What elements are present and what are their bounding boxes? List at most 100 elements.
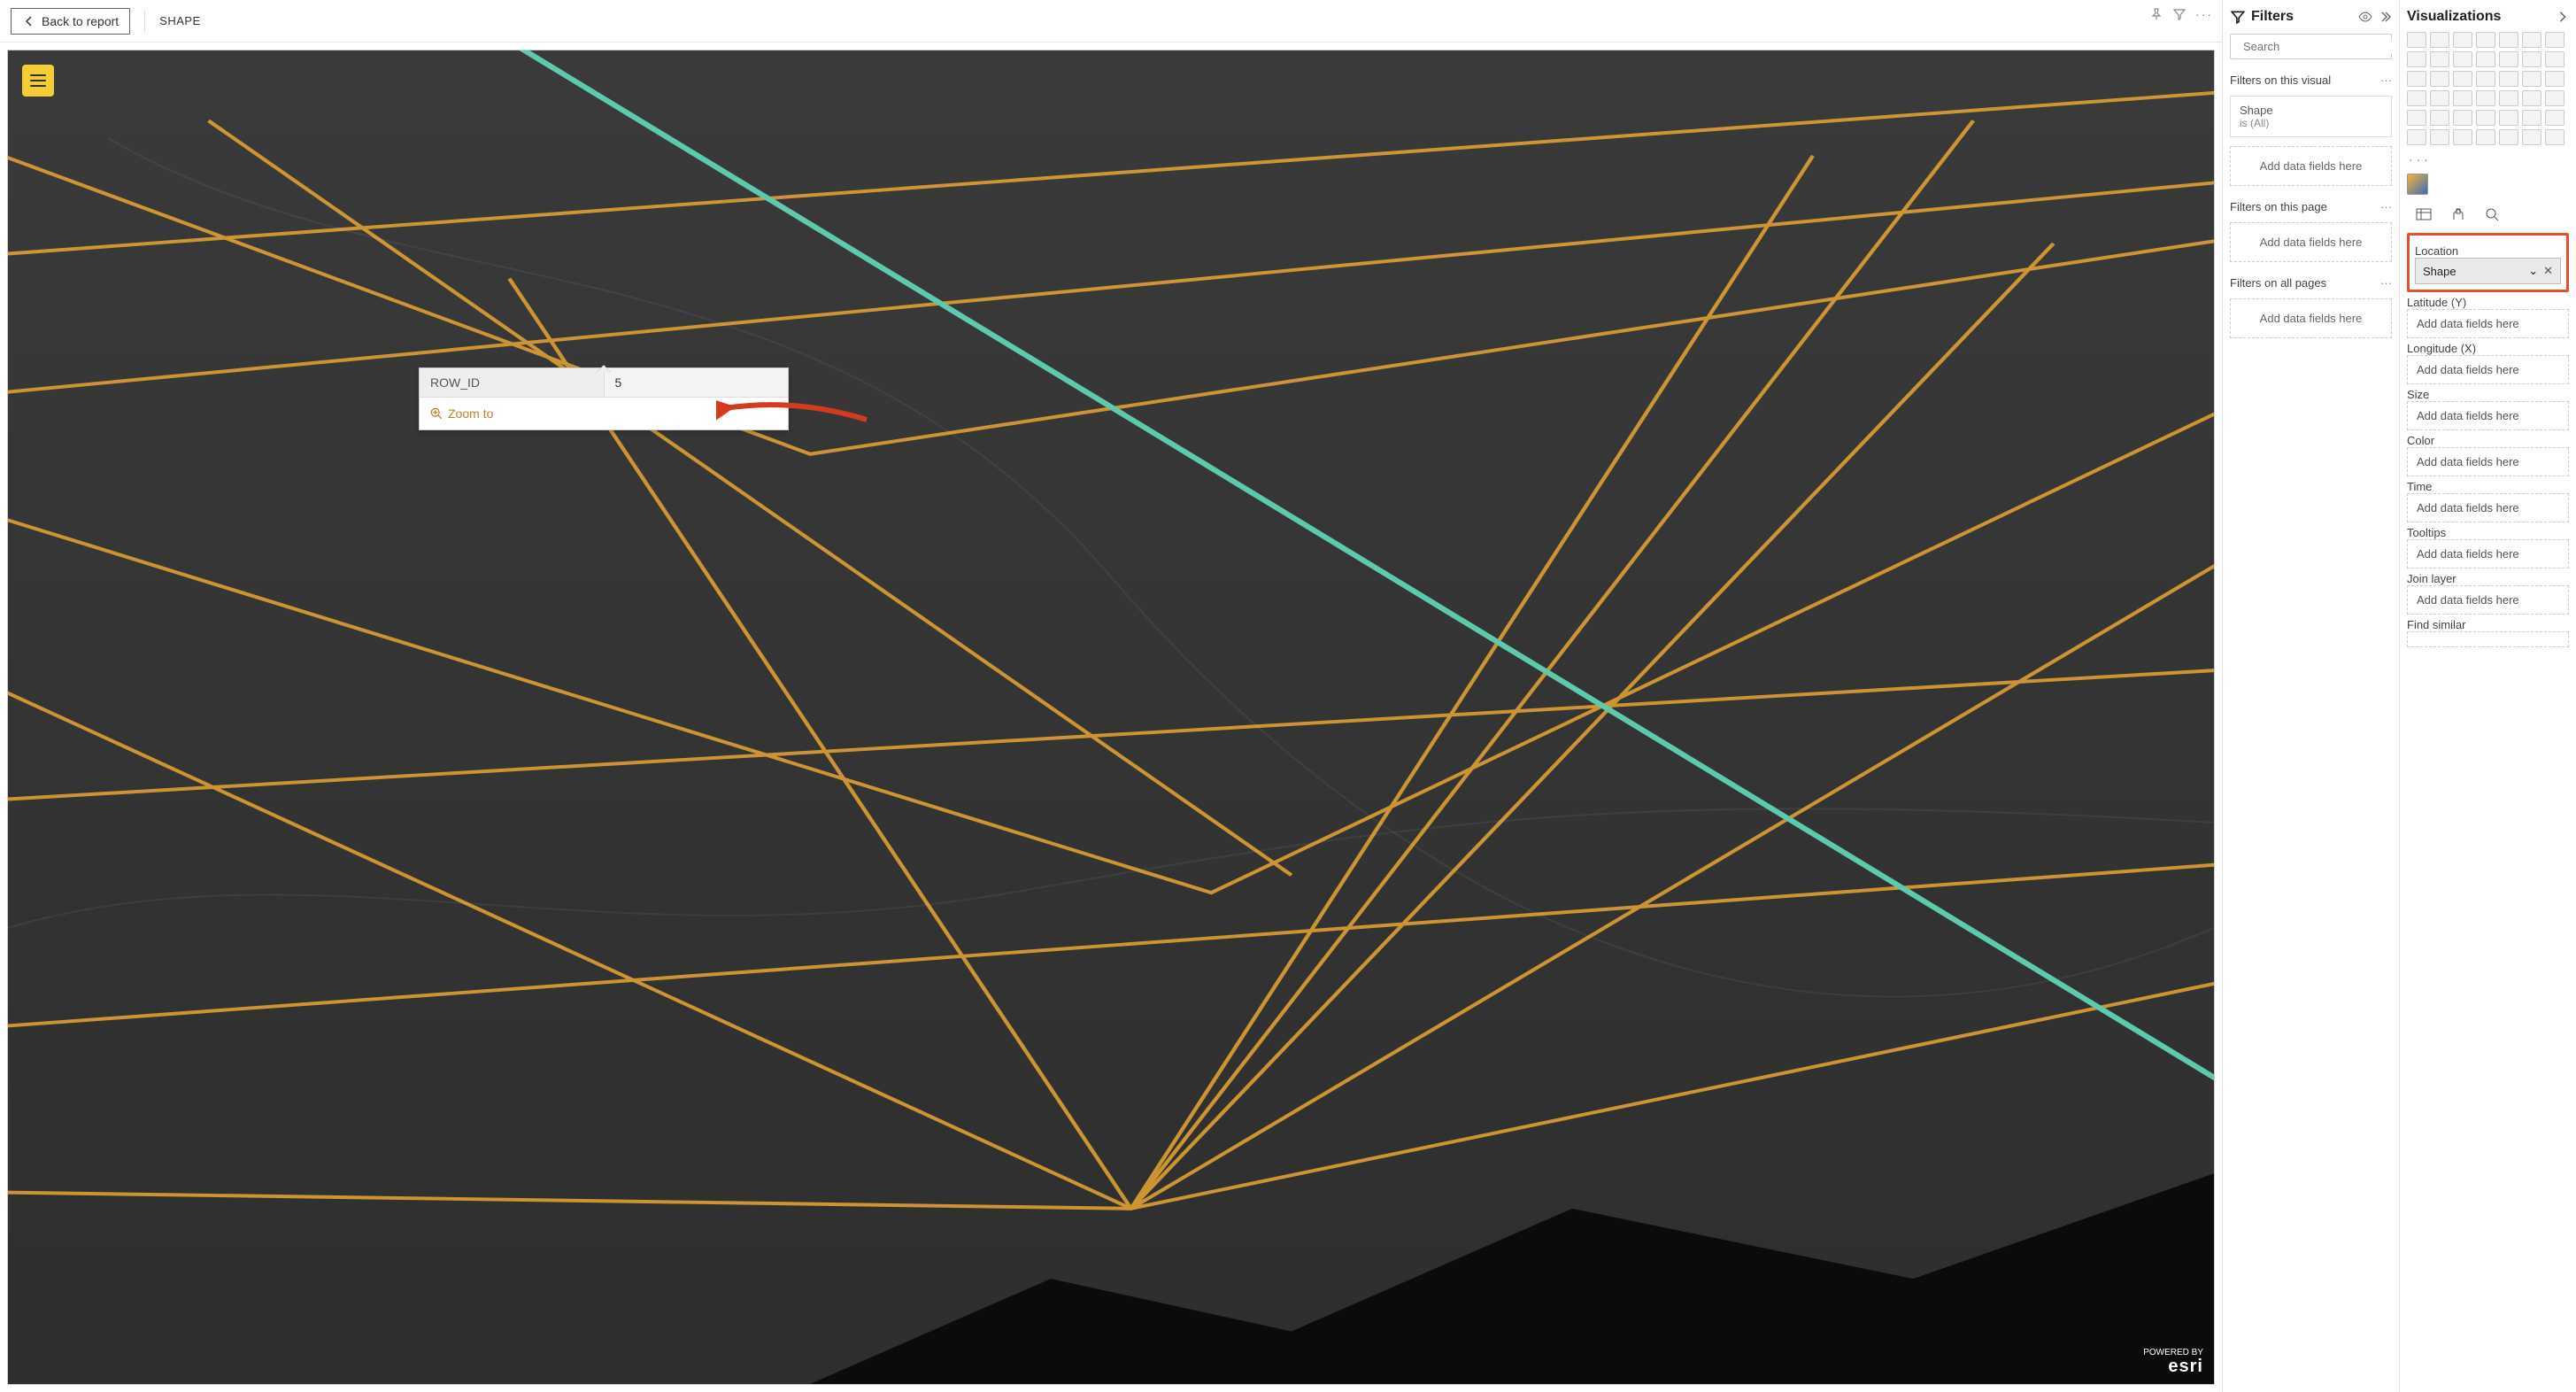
viz-type-tile[interactable] [2407, 110, 2426, 126]
viz-type-tile[interactable] [2407, 71, 2426, 87]
zoom-to-label: Zoom to [448, 406, 493, 421]
viz-type-tile[interactable] [2499, 51, 2518, 67]
zoom-in-icon [430, 407, 443, 420]
collapse-icon[interactable] [2378, 10, 2392, 24]
more-icon[interactable]: ··· [2195, 7, 2213, 21]
viz-type-tile[interactable] [2499, 90, 2518, 106]
viz-type-tile[interactable] [2453, 32, 2472, 48]
field-well-dropzone[interactable]: Add data fields here [2407, 493, 2569, 522]
pin-icon[interactable] [2149, 7, 2163, 21]
more-icon[interactable]: ··· [2380, 200, 2392, 213]
viz-type-tile[interactable] [2545, 90, 2564, 106]
field-well-dropzone[interactable]: Add data fields here [2407, 585, 2569, 615]
topbar: Back to report SHAPE ··· [0, 0, 2222, 43]
viz-type-tile[interactable] [2545, 32, 2564, 48]
back-to-report-button[interactable]: Back to report [11, 8, 130, 35]
field-well-dropzone[interactable]: Add data fields here [2407, 539, 2569, 568]
map-lines [8, 50, 2214, 1384]
map-canvas[interactable]: ROW_ID 5 Zoom to POWERED BY esri [7, 50, 2215, 1385]
eye-icon[interactable] [2358, 10, 2372, 24]
viz-type-tile[interactable] [2407, 51, 2426, 67]
field-well-dropzone[interactable]: Add data fields here [2407, 447, 2569, 476]
field-well-label: Find similar [2407, 618, 2569, 631]
viz-type-tile[interactable] [2430, 110, 2449, 126]
viz-title: Visualizations [2407, 9, 2501, 25]
more-icon[interactable]: ··· [2380, 276, 2392, 290]
viz-type-tile[interactable] [2453, 51, 2472, 67]
viz-type-tile[interactable] [2430, 129, 2449, 145]
filter-search[interactable] [2230, 34, 2392, 59]
viz-type-tile[interactable] [2522, 51, 2541, 67]
back-label: Back to report [42, 14, 119, 28]
viz-type-tile[interactable] [2453, 110, 2472, 126]
map-popup: ROW_ID 5 Zoom to [419, 367, 789, 430]
highlighted-field-well: LocationShape⌄✕ [2407, 233, 2569, 292]
visual-title: SHAPE [159, 14, 201, 27]
viz-type-tile[interactable] [2476, 110, 2495, 126]
field-well-dropzone[interactable]: Add data fields here [2407, 401, 2569, 430]
filter-card-shape[interactable]: Shape is (All) [2230, 96, 2392, 137]
viz-type-tile[interactable] [2522, 129, 2541, 145]
viz-type-tile[interactable] [2522, 90, 2541, 106]
viz-type-tile[interactable] [2430, 90, 2449, 106]
viz-type-tile[interactable] [2476, 32, 2495, 48]
viz-type-tile[interactable] [2545, 129, 2564, 145]
chevron-right-icon[interactable] [2557, 11, 2569, 23]
filter-search-input[interactable] [2243, 40, 2399, 53]
popup-field-name: ROW_ID [420, 368, 604, 397]
zoom-to-button[interactable]: Zoom to [420, 398, 788, 429]
filters-page-dropzone[interactable]: Add data fields here [2230, 222, 2392, 262]
field-well-label: Color [2407, 434, 2569, 447]
viz-type-tile[interactable] [2545, 71, 2564, 87]
selected-viz-icon[interactable] [2407, 174, 2428, 195]
viz-type-tile[interactable] [2407, 32, 2426, 48]
viz-type-tile[interactable] [2430, 51, 2449, 67]
viz-type-tile[interactable] [2545, 110, 2564, 126]
viz-type-tile[interactable] [2430, 32, 2449, 48]
map-menu-button[interactable] [22, 65, 54, 97]
filters-visual-dropzone[interactable]: Add data fields here [2230, 146, 2392, 186]
fields-tab[interactable] [2416, 207, 2432, 224]
filter-icon[interactable] [2172, 7, 2187, 21]
more-icon[interactable]: ··· [2380, 73, 2392, 87]
field-well-label: Time [2407, 480, 2569, 493]
filters-title: Filters [2251, 9, 2294, 25]
viz-type-tile[interactable] [2499, 32, 2518, 48]
arrow-left-icon [22, 14, 36, 28]
viz-type-tile[interactable] [2522, 71, 2541, 87]
viz-more-button[interactable]: · · · [2407, 152, 2569, 166]
format-tab[interactable] [2451, 207, 2465, 224]
viz-type-tile[interactable] [2522, 32, 2541, 48]
viz-type-tile[interactable] [2499, 110, 2518, 126]
field-well-dropzone[interactable]: Add data fields here [2407, 355, 2569, 384]
popup-field-value: 5 [604, 368, 789, 397]
field-well-label: Latitude (Y) [2407, 296, 2569, 309]
viz-type-tile[interactable] [2453, 129, 2472, 145]
filter-icon [2230, 9, 2246, 25]
viz-type-tile[interactable] [2545, 51, 2564, 67]
viz-type-tile[interactable] [2476, 71, 2495, 87]
analytics-tab[interactable] [2485, 207, 2499, 224]
field-pill[interactable]: Shape⌄✕ [2415, 258, 2561, 284]
filters-all-dropzone[interactable]: Add data fields here [2230, 298, 2392, 338]
viz-type-tile[interactable] [2430, 71, 2449, 87]
viz-type-tile[interactable] [2476, 90, 2495, 106]
visualizations-pane: Visualizations · · · LocationShape⌄✕Lati… [2399, 0, 2576, 1392]
filters-all-label: Filters on all pages [2230, 276, 2326, 290]
viz-type-tile[interactable] [2453, 71, 2472, 87]
viz-type-tile[interactable] [2476, 51, 2495, 67]
viz-type-tile[interactable] [2453, 90, 2472, 106]
viz-type-tile[interactable] [2407, 90, 2426, 106]
viz-type-tile[interactable] [2407, 129, 2426, 145]
chevron-down-icon[interactable]: ⌄ [2528, 264, 2538, 278]
viz-type-tile[interactable] [2499, 129, 2518, 145]
viz-gallery [2407, 32, 2569, 145]
remove-icon[interactable]: ✕ [2543, 264, 2553, 278]
viz-type-tile[interactable] [2522, 110, 2541, 126]
field-well-label: Tooltips [2407, 526, 2569, 539]
field-well-label: Location [2415, 244, 2561, 258]
viz-type-tile[interactable] [2476, 129, 2495, 145]
field-well-dropzone[interactable] [2407, 631, 2569, 647]
viz-type-tile[interactable] [2499, 71, 2518, 87]
field-well-dropzone[interactable]: Add data fields here [2407, 309, 2569, 338]
